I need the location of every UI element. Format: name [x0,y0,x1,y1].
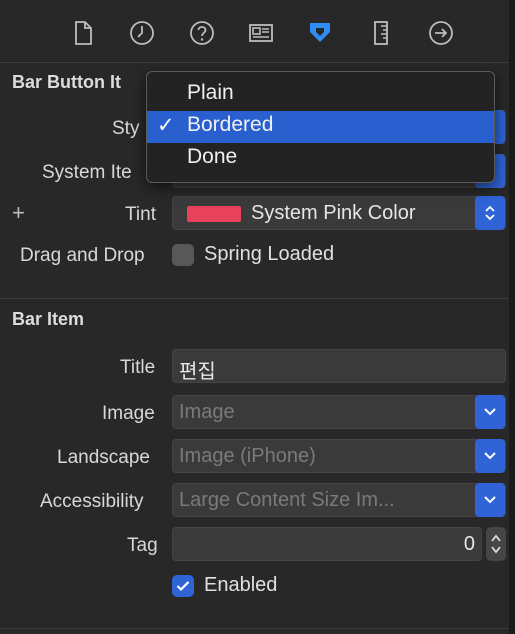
checkmark-icon [176,581,190,592]
tag-input[interactable]: 0 [172,527,482,561]
up-down-chevron-icon [491,534,501,554]
checkmark-icon: ✓ [157,114,175,137]
menu-item-label: Done [187,145,238,168]
image-combo[interactable]: Image [172,395,506,429]
tag-stepper[interactable] [486,527,506,561]
menu-item-done[interactable]: Done [147,143,494,175]
image-placeholder: Image [179,401,235,423]
spring-loaded-checkbox[interactable] [172,244,194,266]
section-divider [0,298,509,299]
connections-icon[interactable] [426,18,456,48]
menu-item-label: Bordered [187,113,274,136]
file-icon[interactable] [68,18,98,48]
inspector-icon[interactable] [246,18,276,48]
landscape-placeholder: Image (iPhone) [179,445,316,467]
size-icon[interactable] [366,18,396,48]
title-input[interactable]: 편집 [172,349,506,383]
add-variation-icon[interactable]: + [12,200,25,226]
spring-loaded-label: Spring Loaded [204,243,335,265]
panel-edge [509,0,515,634]
accessibility-label: Accessibility [40,491,144,512]
bar-button-item-title: Bar Button It [12,72,121,92]
landscape-combo[interactable]: Image (iPhone) [172,439,506,473]
tag-label: Tag [127,535,158,556]
menu-item-bordered[interactable]: ✓ Bordered [147,111,494,143]
chevron-down-icon[interactable] [475,483,505,517]
accessibility-combo[interactable]: Large Content Size Im... [172,483,506,517]
title-label: Title [120,357,156,378]
help-icon[interactable] [187,18,217,48]
tint-popup[interactable]: System Pink Color [172,196,506,230]
up-down-chevron-icon [475,196,505,230]
style-label: Sty [112,118,140,139]
accessibility-placeholder: Large Content Size Im... [179,489,395,511]
style-menu: Plain ✓ Bordered Done [146,71,495,183]
drag-drop-label: Drag and Drop [20,245,145,266]
tint-label: Tint [125,204,156,225]
bottom-divider [0,628,509,629]
enabled-checkbox[interactable] [172,575,194,597]
attributes-icon[interactable] [305,18,335,48]
system-item-label: System Ite [42,162,132,183]
bar-item-title: Bar Item [12,309,85,329]
title-value: 편집 [179,361,216,383]
toolbar-divider [0,62,509,63]
image-label: Image [102,403,155,424]
chevron-down-icon[interactable] [475,395,505,429]
inspector-toolbar [0,0,509,62]
clock-icon[interactable] [127,18,157,48]
tag-value: 0 [463,533,475,555]
enabled-label: Enabled [204,574,278,596]
menu-item-label: Plain [187,81,234,104]
tint-value: System Pink Color [251,202,416,224]
chevron-down-icon[interactable] [475,439,505,473]
menu-item-plain[interactable]: Plain [147,79,494,111]
landscape-label: Landscape [57,447,150,468]
tint-color-swatch [187,206,241,222]
